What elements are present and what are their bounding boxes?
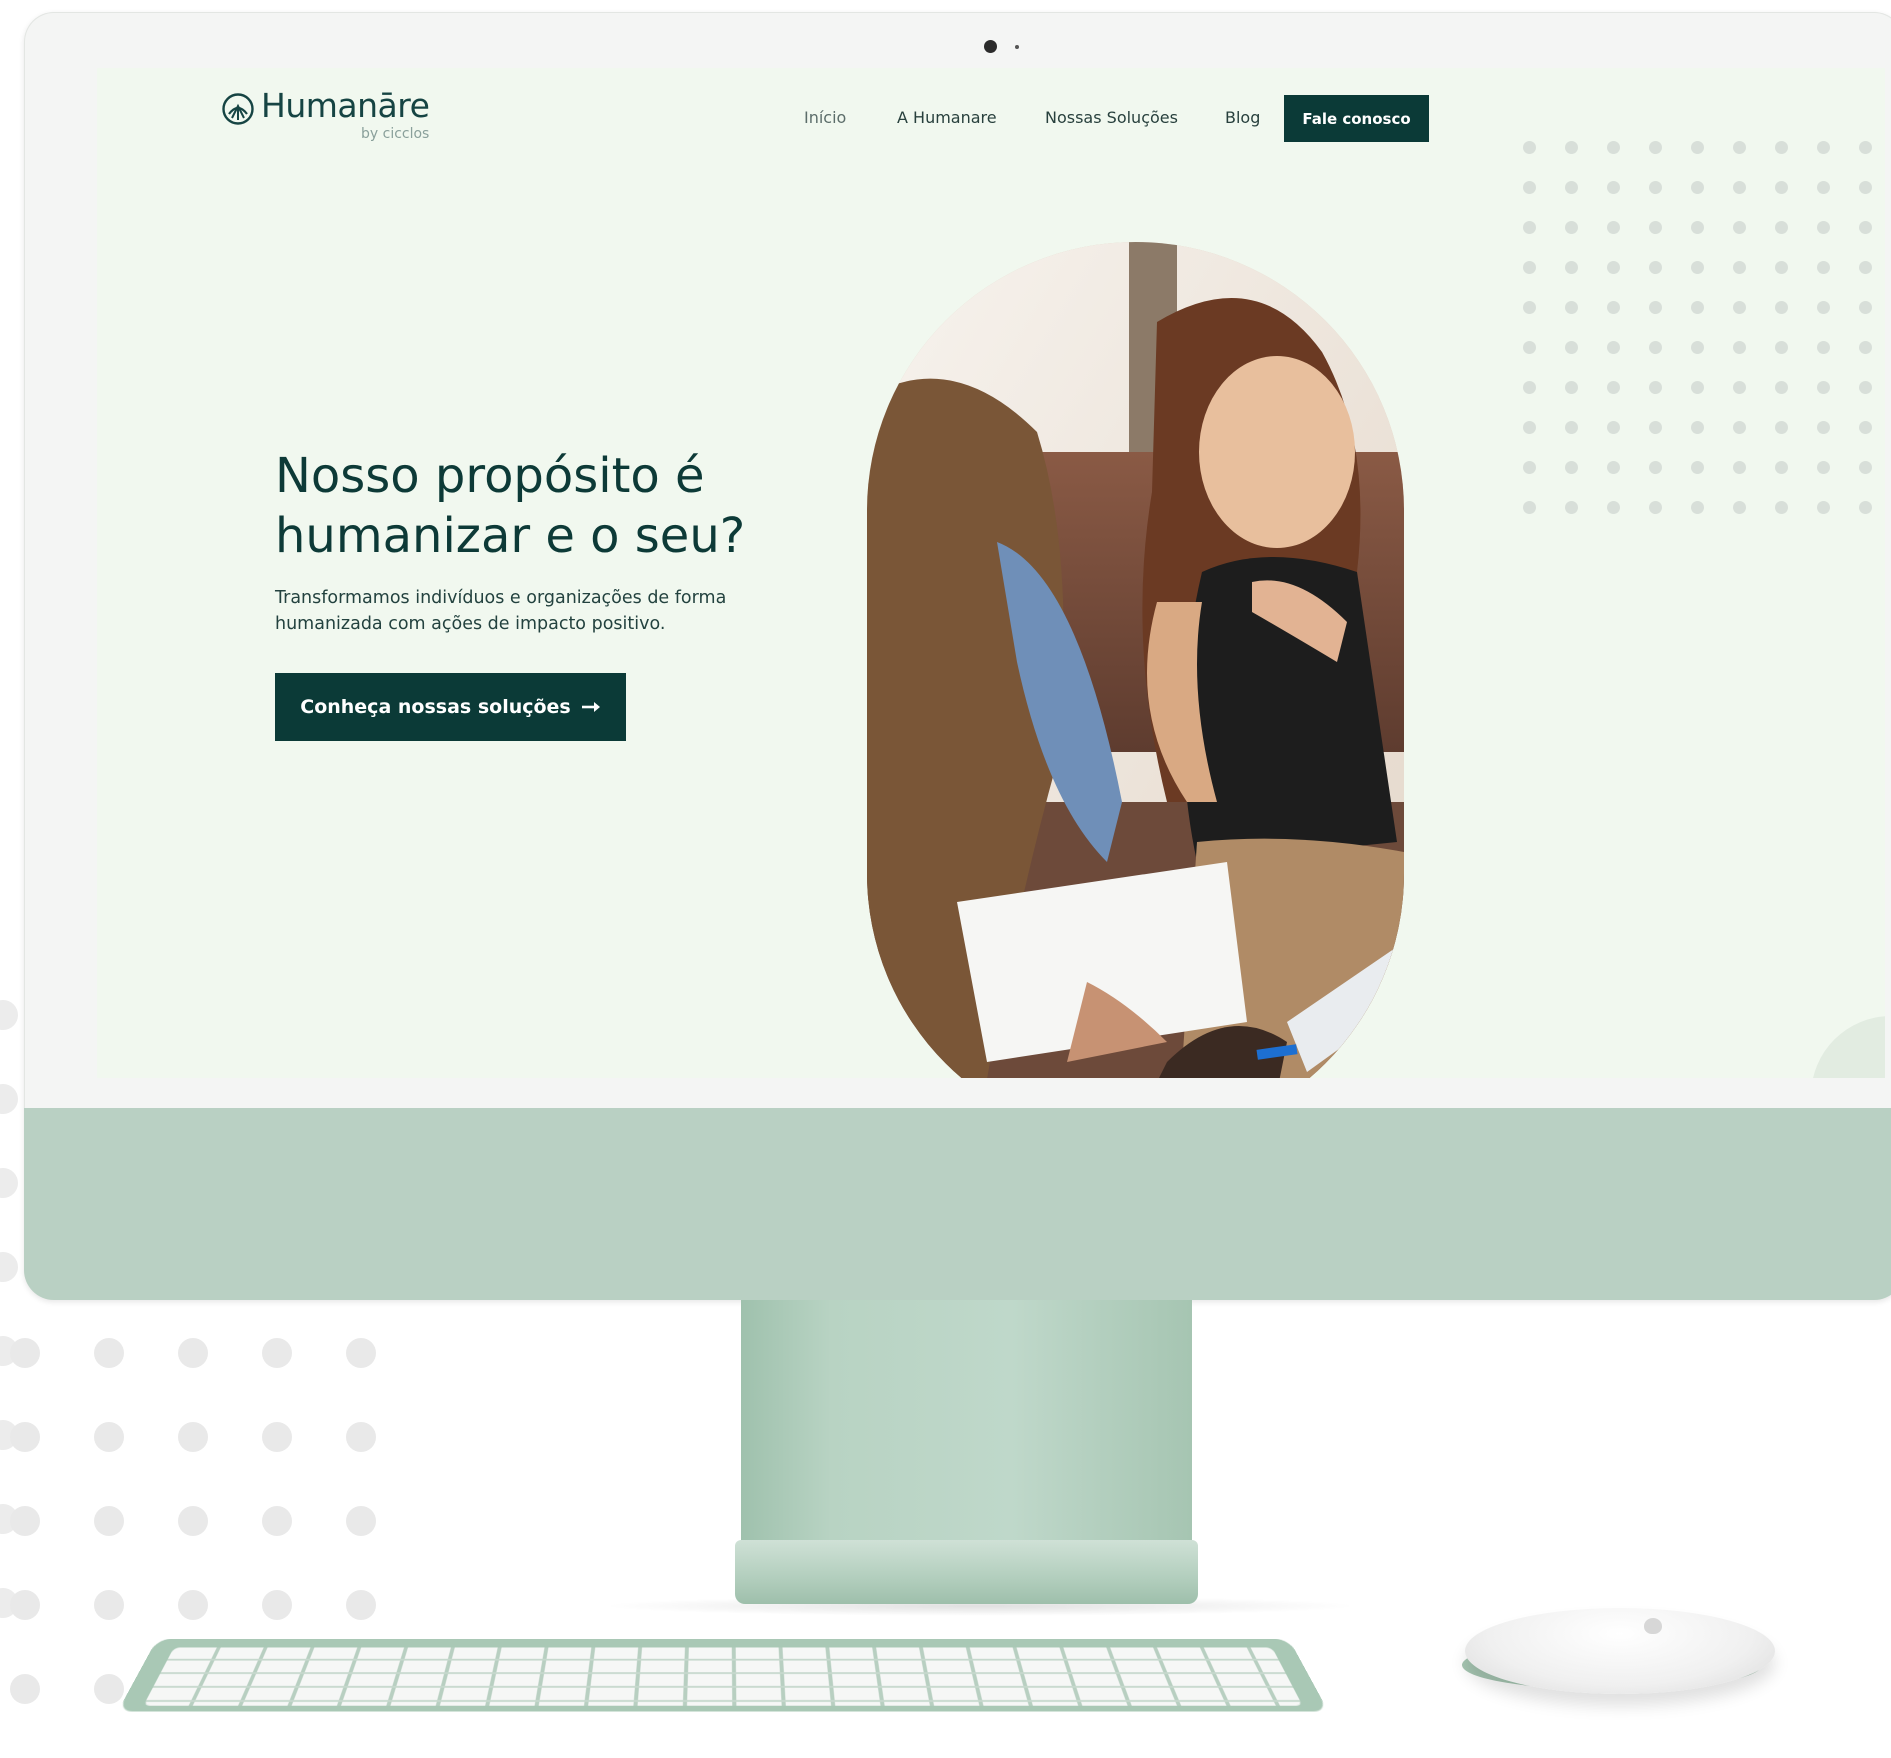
imac-mockup: Humanāre by cicclos Início A Humanare No… bbox=[24, 12, 1891, 1300]
arrow-right-icon bbox=[581, 702, 600, 712]
nav-item-inicio[interactable]: Início bbox=[804, 108, 846, 127]
hero-subtitle-line-2: humanizada com ações de impacto positivo… bbox=[275, 614, 666, 634]
logo-tagline: by cicclos bbox=[361, 126, 430, 142]
fale-conosco-button[interactable]: Fale conosco bbox=[1284, 95, 1429, 142]
nav-item-blog[interactable]: Blog bbox=[1225, 108, 1260, 127]
imac-stand bbox=[741, 1300, 1192, 1548]
camera-sensor bbox=[1015, 45, 1019, 49]
apple-logo-icon bbox=[1644, 1618, 1662, 1634]
hero-subtitle-line-1: Transformamos indivíduos e organizações … bbox=[275, 588, 727, 608]
hero-title: Nosso propósito é humanizar e o seu? bbox=[275, 446, 835, 566]
keyboard-keys bbox=[143, 1647, 1303, 1706]
keyboard bbox=[117, 1638, 1329, 1712]
imac-stand-foot bbox=[735, 1540, 1198, 1604]
nav-item-a-humanare[interactable]: A Humanare bbox=[897, 108, 997, 127]
logo-wordmark: Humanāre bbox=[261, 86, 430, 125]
website-screen: Humanāre by cicclos Início A Humanare No… bbox=[97, 68, 1885, 1078]
conheca-solucoes-button[interactable]: Conheça nossas soluções bbox=[275, 673, 626, 741]
camera-icon bbox=[984, 40, 997, 53]
hero-title-line-2: humanizar e o seu? bbox=[275, 508, 746, 564]
screen-dot-pattern bbox=[1523, 141, 1885, 541]
nav-item-nossas-solucoes[interactable]: Nossas Soluções bbox=[1045, 108, 1178, 127]
hero-button-label: Conheça nossas soluções bbox=[300, 696, 571, 718]
hero-title-line-1: Nosso propósito é bbox=[275, 448, 705, 504]
hero-photo-illustration bbox=[867, 242, 1404, 1078]
hero-photo bbox=[867, 242, 1404, 1078]
hero-subtitle: Transformamos indivíduos e organizações … bbox=[275, 585, 775, 637]
magic-mouse bbox=[1465, 1608, 1775, 1694]
imac-chin bbox=[24, 1108, 1891, 1300]
decorative-circle bbox=[1811, 1016, 1885, 1078]
logo-circle-icon bbox=[222, 93, 254, 125]
